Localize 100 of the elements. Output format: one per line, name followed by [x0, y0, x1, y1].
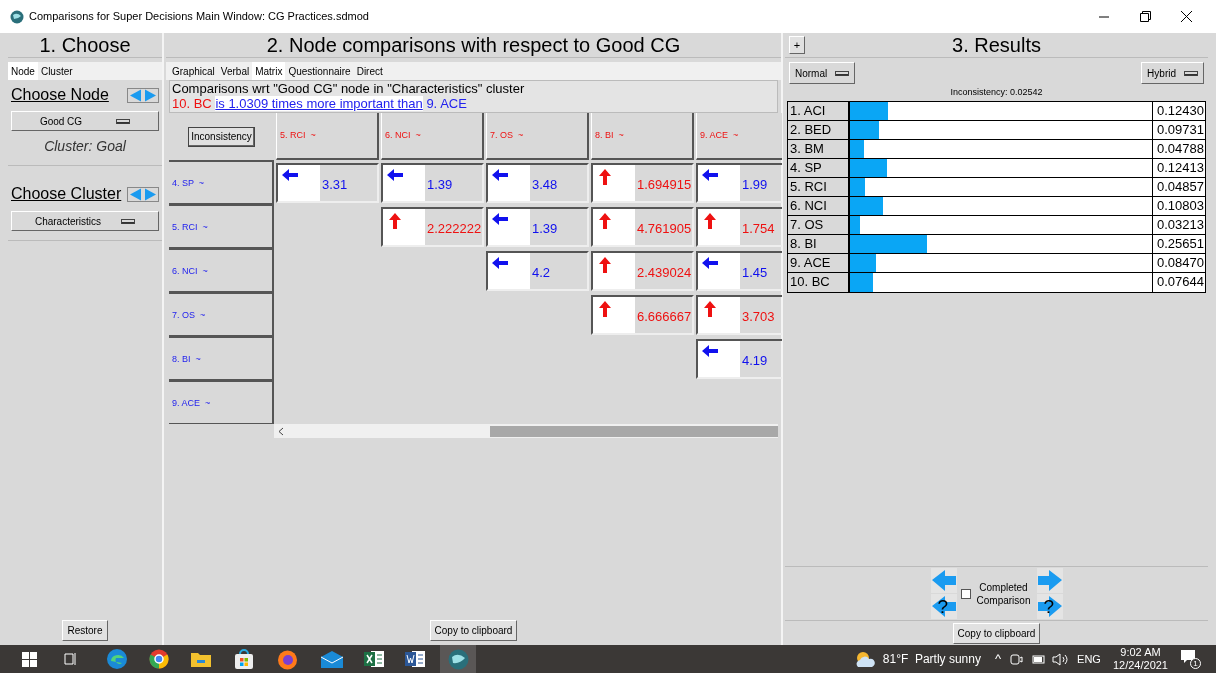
- clock-date[interactable]: 12/24/2021: [1112, 659, 1168, 672]
- notifications-icon[interactable]: [1180, 649, 1196, 665]
- node-dropdown[interactable]: Good CG: [11, 111, 159, 131]
- cell-value: 1.39: [427, 177, 453, 192]
- result-value: 0.04788: [1153, 140, 1205, 158]
- comparison-cell[interactable]: 4.2: [486, 251, 589, 291]
- dropdown-indicator-icon: [121, 218, 136, 224]
- panel-header: 3. Results: [951, 33, 1042, 58]
- result-label: 10. BC: [788, 273, 850, 292]
- edge-browser-icon[interactable]: [106, 648, 128, 670]
- next-arrow-icon[interactable]: [1036, 594, 1063, 619]
- previous-arrow-icon[interactable]: [930, 594, 957, 619]
- up-arrow-icon: [596, 212, 614, 230]
- comparison-cell[interactable]: 4.19: [696, 339, 782, 379]
- cell-value: 1.39: [532, 221, 558, 236]
- expand-button[interactable]: +: [789, 36, 805, 54]
- active-taskbar-item[interactable]: [440, 645, 476, 673]
- checkbox-label: Completed Comparison: [975, 580, 1032, 607]
- close-icon[interactable]: [1181, 11, 1192, 22]
- firefox-browser-icon[interactable]: [277, 648, 298, 670]
- task-view-icon[interactable]: [64, 652, 78, 666]
- restore-button[interactable]: Restore: [62, 620, 108, 641]
- clock-time[interactable]: 9:02 AM: [1120, 646, 1161, 659]
- dropdown-indicator-icon: [1184, 70, 1198, 76]
- dropdown-indicator-icon: [835, 70, 850, 76]
- cell-value: 4.2: [532, 265, 551, 280]
- comparison-cell[interactable]: 1.39: [381, 163, 484, 203]
- row-header[interactable]: 5. RCI ~: [169, 204, 274, 248]
- comparison-cell[interactable]: 1.39: [486, 207, 589, 247]
- copy-button[interactable]: Copy to clipboard: [952, 623, 1041, 644]
- comparison-cell[interactable]: 1.99: [696, 163, 782, 203]
- comparison-cell[interactable]: 1.45: [696, 251, 782, 291]
- row-header[interactable]: 9. ACE ~: [169, 380, 274, 424]
- result-value: 0.12430: [1153, 102, 1205, 120]
- chrome-browser-icon[interactable]: [149, 649, 169, 669]
- panel-header: 2. Node comparisons with respect to Good CG: [166, 33, 781, 58]
- comparison-link[interactable]: is 1.0309 times more important than: [215, 96, 423, 111]
- show-hidden-icons[interactable]: ^: [995, 649, 1002, 669]
- cell-value: 1.99: [742, 177, 768, 192]
- weather-text[interactable]: 81°F Partly sunny: [882, 650, 981, 668]
- notification-count: 1: [1190, 658, 1201, 669]
- section-heading: Choose Cluster: [11, 184, 122, 204]
- scroll-left-icon[interactable]: [278, 426, 284, 436]
- completed-checkbox[interactable]: [960, 588, 971, 599]
- speaker-icon[interactable]: [1052, 652, 1070, 666]
- cluster-dropdown[interactable]: Characteristics: [11, 211, 159, 231]
- row-header[interactable]: 8. BI ~: [169, 336, 274, 380]
- cell-value: 2.222222: [427, 221, 482, 236]
- windows-start-icon[interactable]: [22, 651, 37, 667]
- mode-dropdown[interactable]: Normal: [789, 62, 856, 84]
- word-processor-icon[interactable]: [405, 650, 426, 668]
- globe-app-icon: [447, 648, 469, 670]
- result-label: 1. ACI: [788, 102, 850, 120]
- row-header[interactable]: 6. NCI ~: [169, 248, 274, 292]
- result-label: 5. RCI: [788, 178, 850, 196]
- spreadsheet-app-icon[interactable]: [364, 650, 385, 668]
- up-arrow-icon: [386, 212, 404, 230]
- description-text: Comparisons wrt "Good CG" node in "Characteristics" cluster: [172, 81, 526, 96]
- tab[interactable]: Node: [8, 62, 38, 80]
- cell-value: 2.439024: [637, 265, 692, 280]
- language-indicator[interactable]: ENG: [1077, 650, 1101, 668]
- row-header[interactable]: 4. SP ~: [169, 160, 274, 204]
- result-label: 9. ACE: [788, 254, 850, 272]
- row-header[interactable]: 7. OS ~: [169, 292, 274, 336]
- camera-icon[interactable]: [1010, 652, 1024, 666]
- result-value: 0.08470: [1153, 254, 1205, 272]
- battery-icon[interactable]: [1031, 653, 1047, 665]
- result-value: 0.04857: [1153, 178, 1205, 196]
- cell-value: 1.45: [742, 265, 768, 280]
- cell-value: 6.666667: [637, 309, 692, 324]
- panel-header: 1. Choose: [8, 33, 162, 58]
- result-label: 6. NCI: [788, 197, 850, 215]
- up-arrow-icon: [596, 300, 614, 318]
- dropdown-indicator-icon: [116, 118, 131, 124]
- cluster-label: Cluster: Goal: [43, 137, 127, 156]
- comparison-cell[interactable]: 3.48: [486, 163, 589, 203]
- store-bag-icon[interactable]: [234, 649, 254, 669]
- comparison-cell[interactable]: 3.31: [276, 163, 379, 203]
- result-value: 0.10803: [1153, 197, 1205, 215]
- cell-value: 4.761905: [637, 221, 692, 236]
- tab[interactable]: Matrix: [252, 62, 286, 80]
- result-label: 4. SP: [788, 159, 850, 177]
- result-value: 0.25651: [1153, 235, 1205, 253]
- copy-button[interactable]: Copy to clipboard: [429, 620, 518, 641]
- up-arrow-icon: [701, 212, 719, 230]
- folder-icon[interactable]: [191, 651, 211, 667]
- cloud-sun-icon: [854, 650, 875, 668]
- mail-envelope-icon[interactable]: [321, 650, 343, 668]
- inconsistency-button[interactable]: Inconsistency: [188, 126, 255, 147]
- section-heading: Choose Node: [11, 85, 109, 105]
- app-icon: [10, 9, 24, 24]
- up-arrow-icon: [701, 300, 719, 318]
- result-value: 0.03213: [1153, 216, 1205, 234]
- horizontal-scrollbar[interactable]: [274, 424, 778, 438]
- method-dropdown[interactable]: Hybrid: [1141, 62, 1204, 84]
- cell-value: 4.19: [742, 353, 768, 368]
- scrollbar-thumb[interactable]: [490, 425, 778, 437]
- window-title: Comparisons for Super Decisions Main Window: CG Practices.sdmod: [29, 9, 369, 25]
- inconsistency-value: Inconsistency: 0.02542: [949, 87, 1044, 98]
- restore-icon[interactable]: [1140, 11, 1151, 22]
